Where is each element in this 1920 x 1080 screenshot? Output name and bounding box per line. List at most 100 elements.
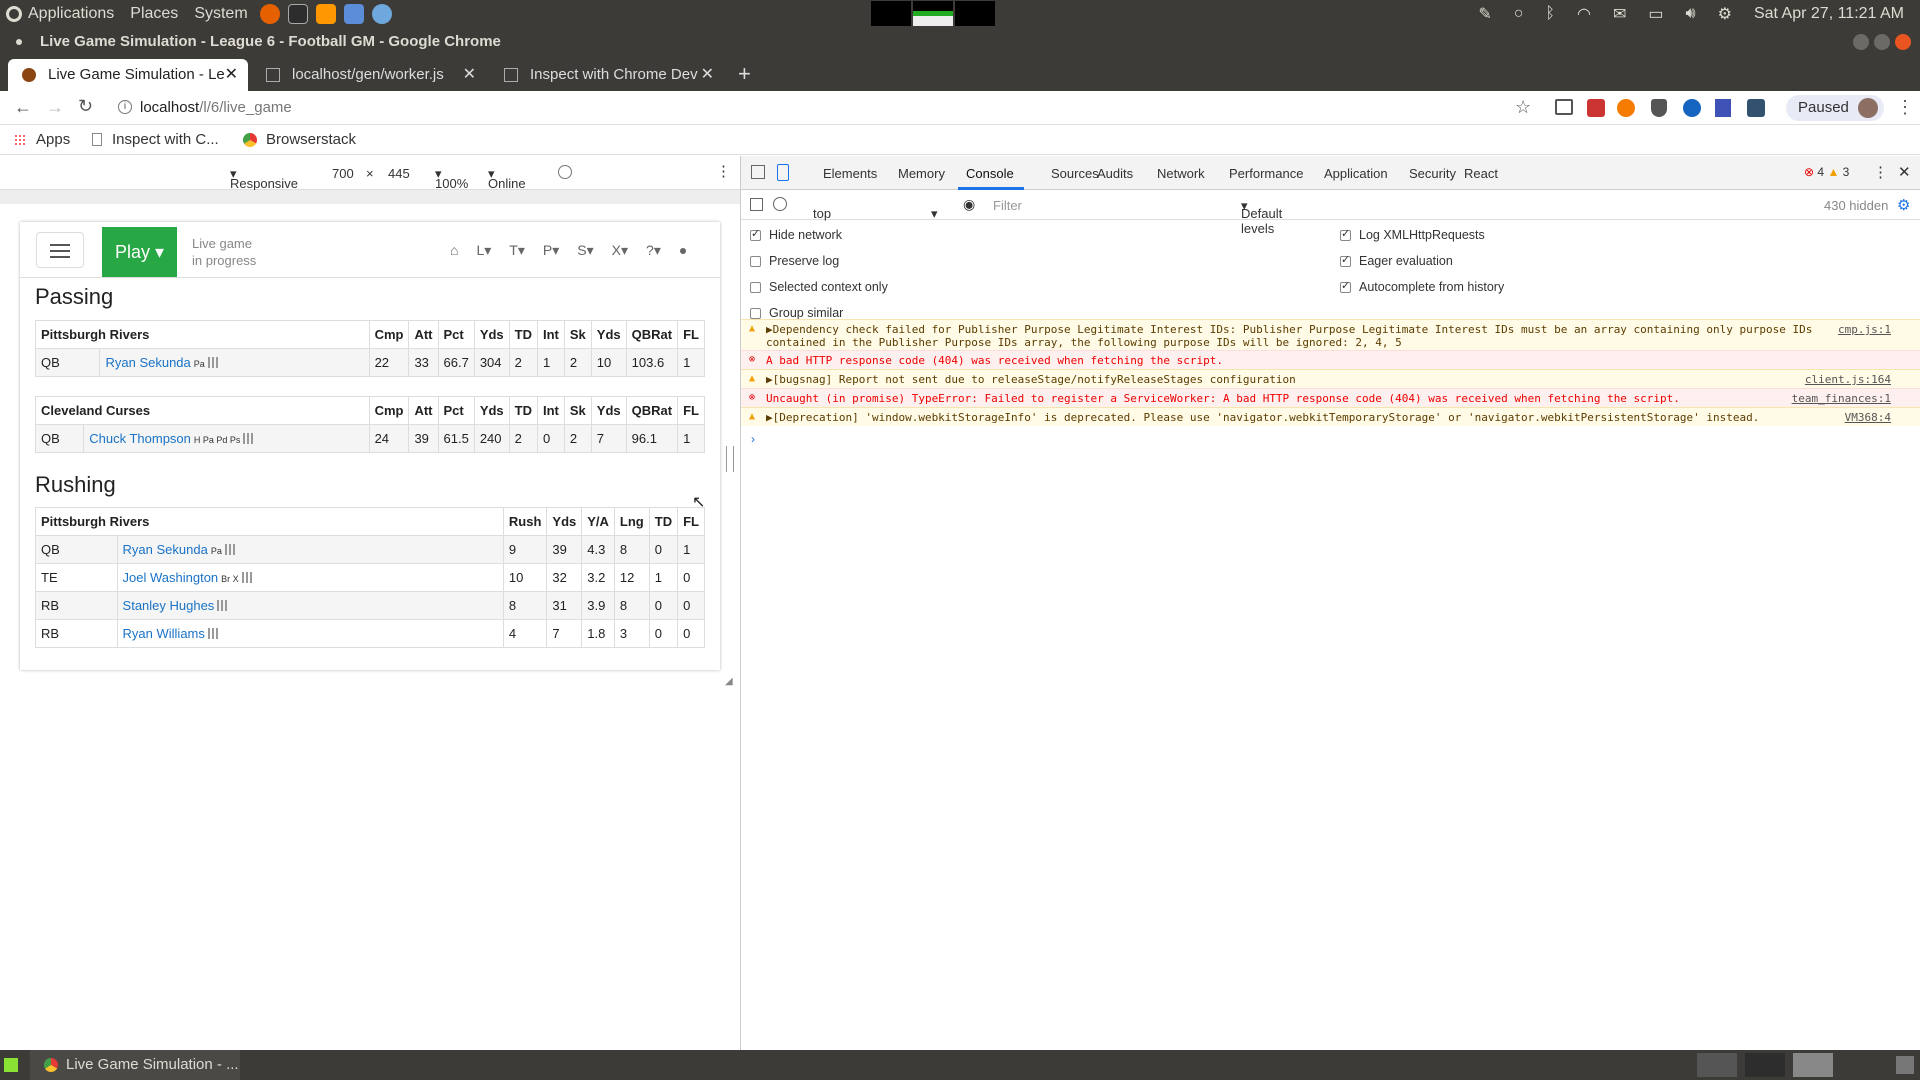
tumblr-icon[interactable] xyxy=(1747,99,1765,117)
checkbox[interactable] xyxy=(750,307,761,319)
player-link[interactable]: Ryan Williams xyxy=(123,626,205,641)
console-option[interactable]: Autocomplete from history xyxy=(1340,279,1504,294)
checkbox[interactable] xyxy=(750,281,761,293)
devtools-tab-elements[interactable]: Elements xyxy=(823,166,877,181)
sidebar-toggle-icon[interactable] xyxy=(750,198,763,211)
battery-icon[interactable]: ▭ xyxy=(1648,4,1663,24)
app-icon[interactable] xyxy=(371,3,392,24)
cast-icon[interactable] xyxy=(1555,99,1573,115)
zoom-select[interactable]: 100% ▾ xyxy=(435,166,468,191)
stats-bar-icon[interactable] xyxy=(243,433,255,444)
devtools-tab-memory[interactable]: Memory xyxy=(898,166,945,181)
clock[interactable]: Sat Apr 27, 11:21 AM xyxy=(1754,5,1904,23)
devtools-tab-console[interactable]: Console xyxy=(966,166,1014,181)
player-link[interactable]: Joel Washington xyxy=(123,570,219,585)
checkbox[interactable] xyxy=(750,255,761,267)
workspace-3[interactable] xyxy=(1793,1053,1833,1077)
extension-icon[interactable] xyxy=(1683,99,1701,117)
forward-icon[interactable]: → xyxy=(46,97,64,118)
rotate-icon[interactable] xyxy=(558,165,572,179)
extension-icon[interactable] xyxy=(1715,99,1731,117)
menu-places[interactable]: Places xyxy=(130,0,178,27)
devtools-tab-performance[interactable]: Performance xyxy=(1229,166,1303,181)
clear-console-icon[interactable] xyxy=(773,197,787,211)
apps-grid-icon[interactable] xyxy=(14,134,26,146)
devtools-tab-security[interactable]: Security xyxy=(1409,166,1456,181)
back-icon[interactable]: ← xyxy=(14,97,32,118)
stats-bar-icon[interactable] xyxy=(217,600,229,611)
console-message[interactable]: ⊗ Uncaught (in promise) TypeError: Failed… xyxy=(741,388,1920,407)
stats-bar-icon[interactable] xyxy=(224,544,236,555)
device-toggle-icon[interactable] xyxy=(777,164,789,181)
console-option[interactable]: Eager evaluation xyxy=(1340,253,1453,268)
console-option[interactable]: Group similar xyxy=(750,306,843,320)
taskbar-chrome-item[interactable]: Live Game Simulation - ... xyxy=(30,1050,240,1080)
reload-icon[interactable]: ↻ xyxy=(78,96,93,117)
levels-select[interactable]: Default levels ▾ xyxy=(1241,198,1282,236)
message-source-link[interactable]: cmp.js:1 xyxy=(1838,323,1891,336)
play-button[interactable]: Play ▾ xyxy=(102,227,177,277)
eye-icon[interactable]: ◉ xyxy=(963,196,975,213)
workspace-1[interactable] xyxy=(1697,1053,1737,1077)
notes-icon[interactable]: ✎ xyxy=(1478,4,1491,24)
player-link[interactable]: Ryan Sekunda xyxy=(105,355,190,370)
console-message[interactable]: ▲ ▶Dependency check failed for Publisher … xyxy=(741,319,1920,350)
home-icon[interactable]: ⌂ xyxy=(450,242,458,259)
firefox-icon[interactable] xyxy=(259,3,280,24)
checkbox[interactable] xyxy=(1340,279,1351,293)
settings-icon[interactable]: ⚙ xyxy=(1718,4,1732,24)
user-icon[interactable]: ● xyxy=(679,242,687,259)
message-source-link[interactable]: VM368:4 xyxy=(1845,411,1891,424)
maximize-icon[interactable] xyxy=(1874,34,1890,50)
ubuntu-logo-icon[interactable] xyxy=(6,5,22,22)
info-icon[interactable]: i xyxy=(118,100,132,114)
mail-icon[interactable]: ✉ xyxy=(1613,4,1626,24)
console-prompt-icon[interactable]: › xyxy=(751,432,755,446)
devtools-close-icon[interactable]: ✕ xyxy=(1898,163,1911,181)
workspace-2[interactable] xyxy=(1745,1053,1785,1077)
show-desktop-icon[interactable] xyxy=(4,1058,18,1072)
minimize-icon[interactable] xyxy=(1853,34,1869,50)
error-warning-counts[interactable]: ⊗ 4 ▲ 3 xyxy=(1804,165,1849,179)
stats-bar-icon[interactable] xyxy=(241,572,253,583)
console-message[interactable]: ▲ ▶[bugsnag] Report not sent due to relea… xyxy=(741,369,1920,388)
menu-applications[interactable]: Applications xyxy=(28,0,114,27)
volume-icon[interactable]: 🔊︎ xyxy=(1686,5,1696,23)
sublime-icon[interactable] xyxy=(315,3,336,24)
extension-icon[interactable] xyxy=(1587,99,1605,117)
tab-live-game[interactable]: Live Game Simulation - Le ✕ xyxy=(8,59,248,91)
checkbox[interactable] xyxy=(1340,227,1351,241)
url-field[interactable]: localhost/l/6/live_game xyxy=(140,91,292,125)
virtualbox-icon[interactable] xyxy=(343,3,364,24)
network-throttle-select[interactable]: Online ▾ xyxy=(488,166,526,191)
new-tab-icon[interactable]: + xyxy=(738,61,751,87)
tab-inspect[interactable]: Inspect with Chrome Dev ✕ xyxy=(490,59,724,91)
message-source-link[interactable]: client.js:164 xyxy=(1805,373,1891,386)
devtools-tab-sources[interactable]: Sources xyxy=(1051,166,1099,181)
console-option[interactable]: Hide network xyxy=(750,227,842,242)
stats-bar-icon[interactable] xyxy=(207,628,219,639)
console-option[interactable]: Log XMLHttpRequests xyxy=(1340,227,1485,242)
devtools-menu-icon[interactable]: ⋮ xyxy=(1873,163,1888,181)
checkbox[interactable] xyxy=(1340,253,1351,267)
height-input[interactable]: 445 xyxy=(388,166,410,181)
nav-stats[interactable]: S▾ xyxy=(577,242,593,259)
close-tab-icon[interactable]: ✕ xyxy=(225,59,238,91)
viewport-resize-handle[interactable] xyxy=(726,446,734,472)
devtools-tab-network[interactable]: Network xyxy=(1157,166,1205,181)
player-link[interactable]: Ryan Sekunda xyxy=(123,542,208,557)
extension-icon[interactable] xyxy=(1617,99,1635,117)
profile-paused-button[interactable]: Paused xyxy=(1786,95,1884,121)
terminal-icon[interactable] xyxy=(287,3,308,24)
bookmark-star-icon[interactable]: ☆ xyxy=(1515,97,1531,118)
stats-bar-icon[interactable] xyxy=(207,357,219,368)
close-window-icon[interactable] xyxy=(1895,34,1911,50)
bookmark-inspect[interactable]: Inspect with C... xyxy=(112,131,219,148)
chrome-menu-icon[interactable]: ⋮ xyxy=(1896,97,1914,118)
nav-players[interactable]: P▾ xyxy=(543,242,559,259)
menu-system[interactable]: System xyxy=(194,0,247,27)
devtools-tab-audits[interactable]: Audits xyxy=(1097,166,1133,181)
console-option[interactable]: Preserve log xyxy=(750,254,839,268)
console-message[interactable]: ▲ ▶[Deprecation] 'window.webkitStorageInf… xyxy=(741,407,1920,426)
width-input[interactable]: 700 xyxy=(332,166,354,181)
